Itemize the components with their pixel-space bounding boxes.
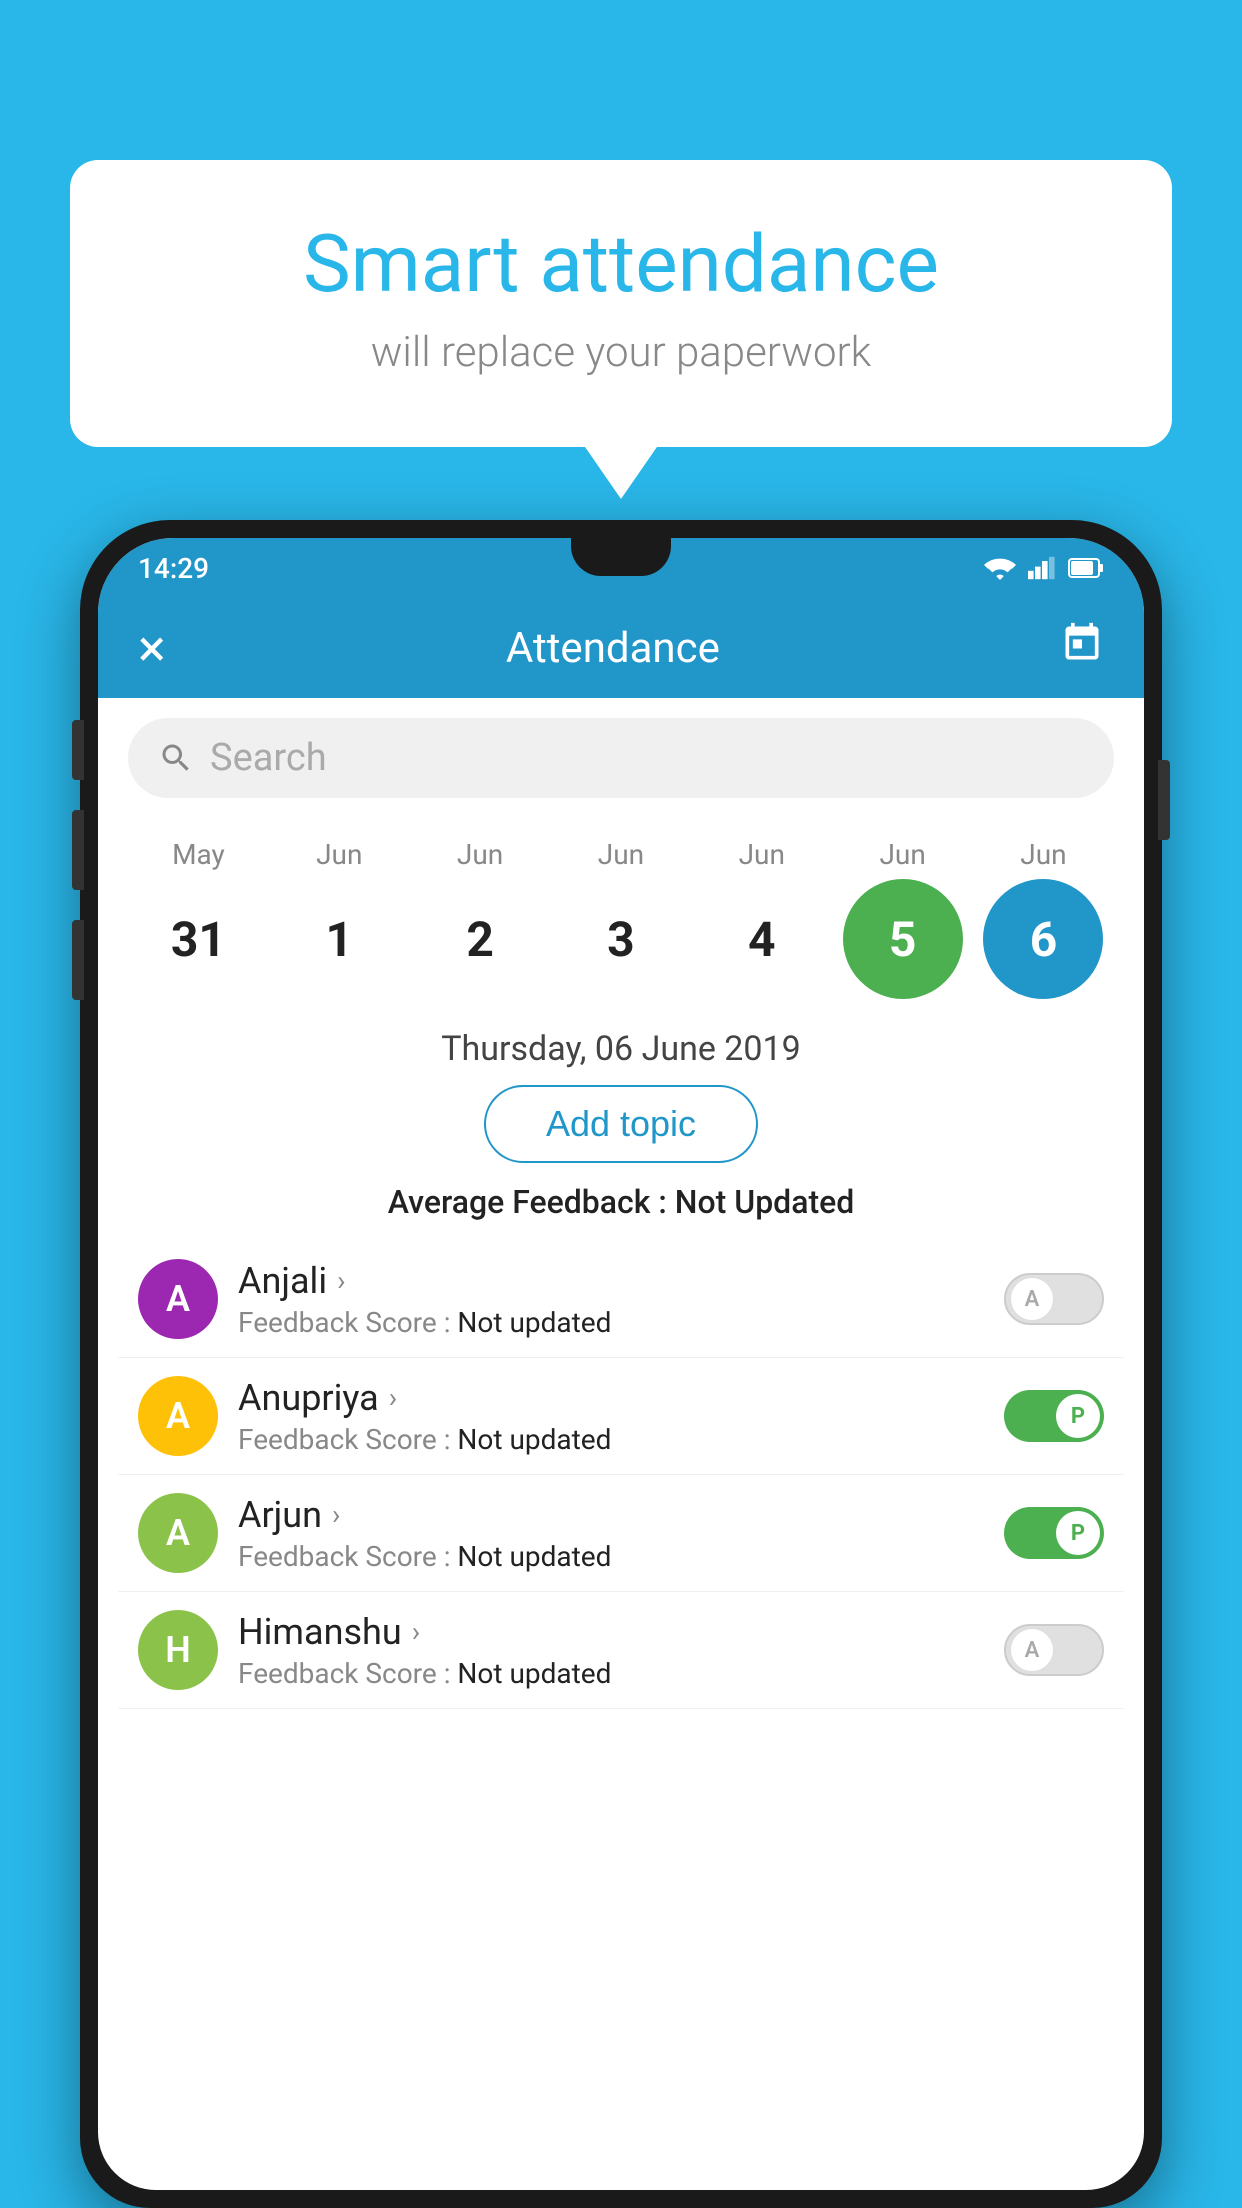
student-name-arjun[interactable]: Arjun › [238,1494,984,1536]
close-button[interactable]: × [138,618,166,679]
avatar-arjun: A [138,1493,218,1573]
volume-down-button [72,810,84,890]
volume-up-button [72,720,84,780]
toggle-anjali[interactable]: A [1004,1273,1104,1325]
student-info-anupriya: Anupriya › Feedback Score : Not updated [238,1377,984,1456]
add-topic-button[interactable]: Add topic [484,1085,758,1163]
bubble-title: Smart attendance [150,220,1092,308]
month-jun6: Jun [983,838,1103,871]
avatar-anupriya: A [138,1376,218,1456]
date-31[interactable]: 31 [138,879,258,999]
date-6-selected[interactable]: 6 [983,879,1103,999]
chevron-right-icon: › [412,1615,420,1648]
toggle-knob-anjali: A [1010,1277,1054,1321]
battery-icon [1068,557,1104,579]
calendar-icon[interactable] [1060,621,1104,676]
silent-button [72,920,84,1000]
attendance-toggle-arjun[interactable]: P [1004,1507,1104,1559]
avatar-himanshu: H [138,1610,218,1690]
student-name-himanshu[interactable]: Himanshu › [238,1611,984,1653]
app-bar-title: Attendance [506,624,720,673]
chevron-right-icon: › [337,1264,345,1297]
date-1[interactable]: 1 [279,879,399,999]
student-info-himanshu: Himanshu › Feedback Score : Not updated [238,1611,984,1690]
date-row: 31 1 2 3 4 5 6 [128,879,1114,999]
month-jun4: Jun [702,838,822,871]
attendance-toggle-himanshu[interactable]: A [1004,1624,1104,1676]
month-jun1: Jun [279,838,399,871]
month-jun3: Jun [561,838,681,871]
toggle-knob-anupriya: P [1056,1394,1100,1438]
search-bar[interactable]: Search [128,718,1114,798]
student-name-anupriya[interactable]: Anupriya › [238,1377,984,1419]
chevron-right-icon: › [332,1498,340,1531]
toggle-arjun[interactable]: P [1004,1507,1104,1559]
signal-icon [1028,556,1056,580]
student-item: A Anupriya › Feedback Score : Not update… [118,1358,1124,1475]
speech-bubble: Smart attendance will replace your paper… [70,160,1172,447]
student-feedback-anjali: Feedback Score : Not updated [238,1306,984,1339]
phone-frame: 14:29 [80,520,1162,2208]
chevron-right-icon: › [389,1381,397,1414]
student-feedback-arjun: Feedback Score : Not updated [238,1540,984,1573]
wifi-icon [984,556,1016,580]
student-feedback-anupriya: Feedback Score : Not updated [238,1423,984,1456]
date-4[interactable]: 4 [702,879,822,999]
app-bar: × Attendance [98,598,1144,698]
search-icon [158,740,194,776]
phone-screen: 14:29 [98,538,1144,2190]
avg-feedback-value: Not Updated [675,1183,855,1221]
date-3[interactable]: 3 [561,879,681,999]
avatar-anjali: A [138,1259,218,1339]
power-button [1158,760,1170,840]
search-placeholder: Search [210,736,327,780]
month-jun5: Jun [843,838,963,871]
student-info-anjali: Anjali › Feedback Score : Not updated [238,1260,984,1339]
student-feedback-himanshu: Feedback Score : Not updated [238,1657,984,1690]
calendar: May Jun Jun Jun Jun Jun Jun 31 1 2 3 4 5… [98,818,1144,999]
selected-date-info: Thursday, 06 June 2019 [98,1019,1144,1085]
speech-bubble-container: Smart attendance will replace your paper… [70,160,1172,447]
avg-feedback-label: Average Feedback : [388,1183,675,1221]
student-name-anjali[interactable]: Anjali › [238,1260,984,1302]
student-item: A Arjun › Feedback Score : Not updated P [118,1475,1124,1592]
student-item: H Himanshu › Feedback Score : Not update… [118,1592,1124,1709]
month-row: May Jun Jun Jun Jun Jun Jun [128,838,1114,871]
toggle-knob-himanshu: A [1010,1628,1054,1672]
student-list: A Anjali › Feedback Score : Not updated … [98,1241,1144,1709]
notch [571,538,671,576]
bubble-subtitle: will replace your paperwork [150,328,1092,377]
student-info-arjun: Arjun › Feedback Score : Not updated [238,1494,984,1573]
toggle-anupriya[interactable]: P [1004,1390,1104,1442]
month-may: May [138,838,258,871]
toggle-himanshu[interactable]: A [1004,1624,1104,1676]
attendance-toggle-anupriya[interactable]: P [1004,1390,1104,1442]
month-jun2: Jun [420,838,540,871]
student-item: A Anjali › Feedback Score : Not updated … [118,1241,1124,1358]
date-5-today[interactable]: 5 [843,879,963,999]
toggle-knob-arjun: P [1056,1511,1100,1555]
status-bar: 14:29 [98,538,1144,598]
status-time: 14:29 [138,552,209,585]
avg-feedback: Average Feedback : Not Updated [98,1183,1144,1221]
attendance-toggle-anjali[interactable]: A [1004,1273,1104,1325]
date-2[interactable]: 2 [420,879,540,999]
status-icons [984,556,1104,580]
